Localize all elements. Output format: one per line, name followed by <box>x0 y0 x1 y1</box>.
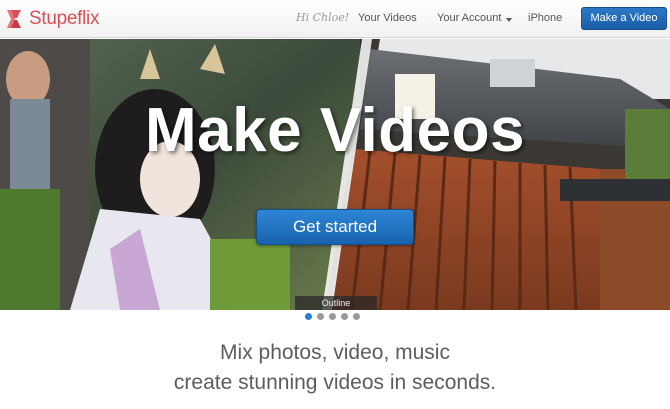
tagline-line-1: Mix photos, video, music <box>220 341 450 364</box>
brand-name: Stupeflix <box>29 8 100 29</box>
carousel-dot-4[interactable] <box>341 313 348 320</box>
nav-your-videos[interactable]: Your Videos <box>358 12 417 24</box>
chevron-down-icon[interactable] <box>506 18 512 22</box>
slide-caption[interactable]: Outline <box>295 296 377 310</box>
carousel-dot-5[interactable] <box>353 313 360 320</box>
tagline: Mix photos, video, music create stunning… <box>0 338 670 398</box>
nav-iphone[interactable]: iPhone <box>528 12 562 24</box>
nav-your-account[interactable]: Your Account <box>437 12 501 24</box>
carousel-dot-2[interactable] <box>317 313 324 320</box>
hero-title: Make Videos <box>145 96 525 165</box>
hero-background-image <box>0 39 670 310</box>
carousel-pagination <box>305 313 360 323</box>
hero-carousel: Make Videos Get started Outline <box>0 39 670 310</box>
tagline-line-2: create stunning videos in seconds. <box>173 371 497 394</box>
make-a-video-button[interactable]: Make a Video <box>581 7 667 30</box>
carousel-dot-3[interactable] <box>329 313 336 320</box>
user-greeting: Hi Chloe! <box>296 11 350 24</box>
top-navbar: Stupeflix Hi Chloe! Your Videos Your Acc… <box>0 0 670 38</box>
brand-logo[interactable]: Stupeflix <box>3 6 99 32</box>
get-started-button[interactable]: Get started <box>256 209 414 245</box>
stupeflix-logo-icon <box>3 8 25 30</box>
carousel-dot-1[interactable] <box>305 313 312 320</box>
